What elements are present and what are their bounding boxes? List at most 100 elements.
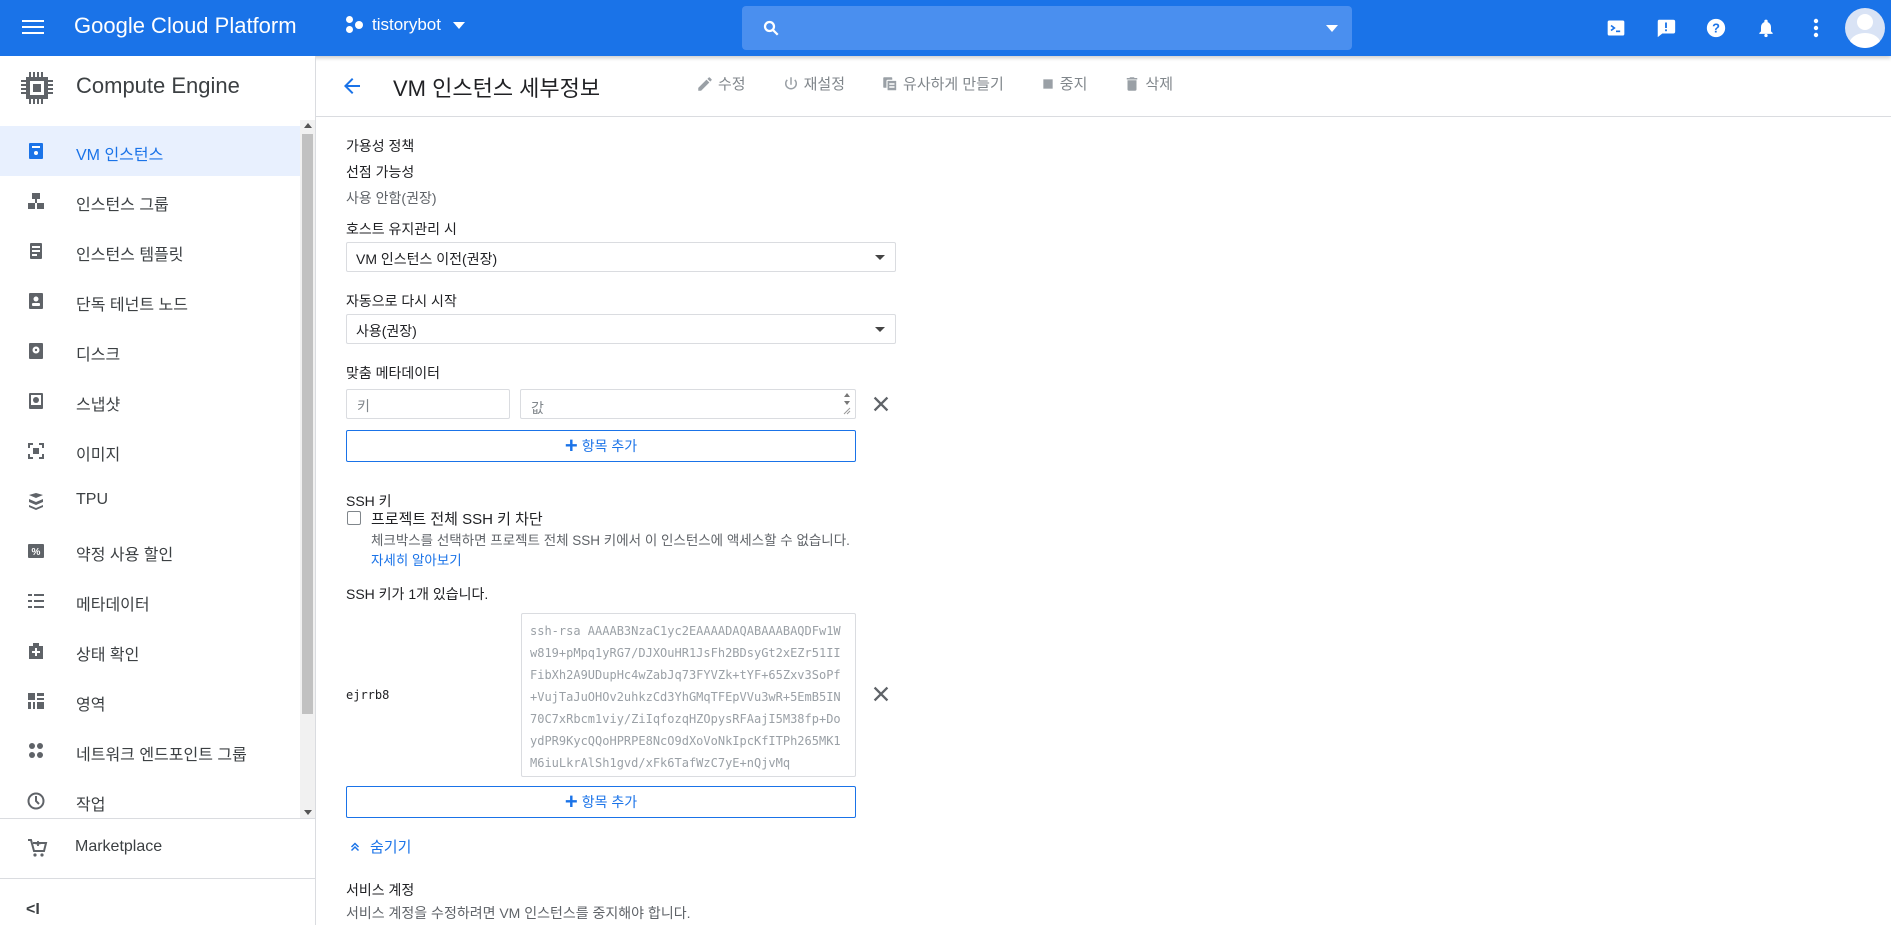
edit-button[interactable]: 수정	[696, 73, 746, 94]
svg-text:?: ?	[1712, 21, 1720, 36]
sidebar-item-operations[interactable]: 작업	[0, 776, 300, 816]
divider	[0, 818, 315, 819]
sidebar-item-label: 스냅샷	[76, 397, 121, 414]
block-ssh-description: 체크박스를 선택하면 프로젝트 전체 SSH 키에서 이 인스턴스에 액세스할 …	[371, 533, 850, 548]
sidebar-item-label: 인스턴스 그룹	[76, 197, 169, 214]
sidebar-item-sole-tenant-nodes[interactable]: 단독 테넌트 노드	[0, 276, 300, 326]
notifications-icon[interactable]	[1741, 0, 1791, 56]
feedback-icon[interactable]	[1641, 0, 1691, 56]
disks-icon	[29, 343, 43, 359]
reset-button[interactable]: 재설정	[782, 73, 845, 94]
learn-more-link[interactable]: 자세히 알아보기	[371, 549, 462, 569]
sidebar-item-label: 작업	[76, 797, 106, 814]
cloud-shell-icon[interactable]	[1591, 0, 1641, 56]
stop-icon	[1043, 78, 1053, 89]
sidebar-item-disks[interactable]: 디스크	[0, 326, 300, 376]
cart-icon	[28, 839, 48, 857]
host-maintenance-label: 호스트 유지관리 시	[346, 221, 457, 237]
sidebar-item-marketplace[interactable]: Marketplace	[0, 823, 315, 873]
nav-list: VM 인스턴스 인스턴스 그룹 인스턴스 템플릿 단독 테넌트 노드 디스크 스…	[0, 126, 300, 816]
sidebar-item-committed-use[interactable]: % 약정 사용 할인	[0, 526, 300, 576]
hide-section-link[interactable]: 숨기기	[348, 836, 411, 857]
preemptibility-value: 사용 안함(권장)	[346, 190, 437, 206]
search-icon	[763, 20, 779, 36]
compute-engine-icon	[21, 72, 53, 104]
brand-title[interactable]: Google Cloud Platform	[74, 13, 297, 39]
project-name: tistorybot	[372, 15, 441, 34]
power-icon	[784, 76, 797, 89]
sidebar-item-snapshots[interactable]: 스냅샷	[0, 376, 300, 426]
sidebar-item-label: 단독 테넌트 노드	[76, 297, 188, 314]
metadata-value-input[interactable]: 값	[520, 389, 856, 419]
svg-text:%: %	[32, 547, 41, 558]
left-navigation: Compute Engine VM 인스턴스 인스턴스 그룹 인스턴스 템플릿 …	[0, 56, 316, 925]
remove-metadata-icon[interactable]	[870, 393, 892, 415]
vm-instances-icon	[29, 143, 43, 159]
page-header: VM 인스턴스 세부정보 수정 재설정 유사하게 만들기 중지 삭제	[316, 56, 1891, 117]
preemptibility-label: 선점 가능성	[346, 164, 415, 180]
sidebar-item-network-endpoint-groups[interactable]: 네트워크 엔드포인트 그룹	[0, 726, 300, 776]
sidebar-item-label: 영역	[76, 697, 106, 714]
search-input[interactable]	[742, 6, 1352, 50]
help-icon[interactable]: ?	[1691, 0, 1741, 56]
metadata-icon	[28, 594, 44, 608]
metadata-value-placeholder: 값	[531, 400, 544, 416]
network-endpoint-groups-icon	[29, 743, 43, 758]
add-metadata-label: 항목 추가	[581, 438, 638, 454]
metadata-key-input[interactable]: 키	[346, 389, 510, 419]
ssh-key-textarea[interactable]: ssh-rsa AAAAB3NzaC1yc2EAAAADAQABAAABAQDF…	[521, 613, 856, 777]
clone-button[interactable]: 유사하게 만들기	[881, 73, 1004, 94]
sidebar-item-metadata[interactable]: 메타데이터	[0, 576, 300, 626]
ssh-username: ejrrb8	[346, 688, 390, 702]
scroll-down-icon[interactable]	[304, 810, 312, 815]
sidebar-item-label: 상태 확인	[76, 647, 140, 664]
pencil-icon	[698, 76, 712, 91]
add-metadata-button[interactable]: + 항목 추가	[346, 430, 856, 462]
sidebar-item-label: 약정 사용 할인	[76, 547, 174, 564]
ssh-count-text: SSH 키가 1개 있습니다.	[346, 586, 489, 602]
health-checks-icon	[29, 643, 43, 659]
stop-button[interactable]: 중지	[1040, 73, 1087, 94]
scroll-up-icon[interactable]	[304, 123, 312, 128]
instance-templates-icon	[30, 243, 42, 259]
page-title: VM 인스턴스 세부정보	[393, 76, 601, 101]
more-vert-icon[interactable]	[1791, 0, 1841, 56]
plus-icon: +	[564, 433, 578, 458]
auto-restart-value: 사용(권장)	[356, 323, 417, 339]
clone-icon	[883, 76, 898, 91]
sidebar-item-label: 이미지	[76, 447, 121, 464]
add-ssh-key-button[interactable]: + 항목 추가	[346, 786, 856, 818]
project-selector[interactable]: tistorybot	[344, 14, 465, 36]
auto-restart-select[interactable]: 사용(권장)	[346, 314, 896, 344]
delete-button[interactable]: 삭제	[1123, 73, 1173, 94]
snapshots-icon	[29, 393, 43, 409]
hide-label: 숨기기	[370, 839, 412, 856]
sidebar-item-tpu[interactable]: TPU	[0, 476, 300, 526]
tpu-icon	[29, 493, 43, 510]
custom-metadata-label: 맞춤 메타데이터	[346, 365, 441, 381]
service-account-description: 서비스 계정을 수정하려면 VM 인스턴스를 중지해야 합니다.	[346, 905, 691, 921]
sidebar-item-label: 메타데이터	[76, 597, 150, 614]
back-arrow-icon[interactable]	[340, 74, 364, 98]
account-avatar[interactable]	[1845, 8, 1885, 48]
sidebar-item-images[interactable]: 이미지	[0, 426, 300, 476]
remove-ssh-key-icon[interactable]	[870, 683, 892, 705]
sidebar-item-vm-instances[interactable]: VM 인스턴스	[0, 126, 300, 176]
add-ssh-key-label: 항목 추가	[581, 794, 638, 810]
chevron-down-icon	[875, 327, 885, 332]
block-ssh-checkbox[interactable]	[347, 511, 361, 525]
menu-icon[interactable]	[22, 16, 46, 40]
sidebar-scrollbar[interactable]	[300, 120, 315, 818]
search-dropdown-icon[interactable]	[1326, 25, 1338, 32]
sidebar-item-label: 인스턴스 템플릿	[76, 247, 184, 264]
sidebar-item-instance-templates[interactable]: 인스턴스 템플릿	[0, 226, 300, 276]
sidebar-item-zones[interactable]: 영역	[0, 676, 300, 726]
spinner-icon[interactable]	[842, 392, 852, 416]
host-maintenance-select[interactable]: VM 인스턴스 이전(권장)	[346, 242, 896, 272]
scrollbar-thumb[interactable]	[302, 134, 313, 714]
sidebar-item-label: 디스크	[76, 347, 121, 364]
sidebar-item-health-checks[interactable]: 상태 확인	[0, 626, 300, 676]
collapse-nav-icon[interactable]: <I	[26, 901, 48, 919]
plus-icon: +	[564, 789, 578, 814]
sidebar-item-instance-groups[interactable]: 인스턴스 그룹	[0, 176, 300, 226]
